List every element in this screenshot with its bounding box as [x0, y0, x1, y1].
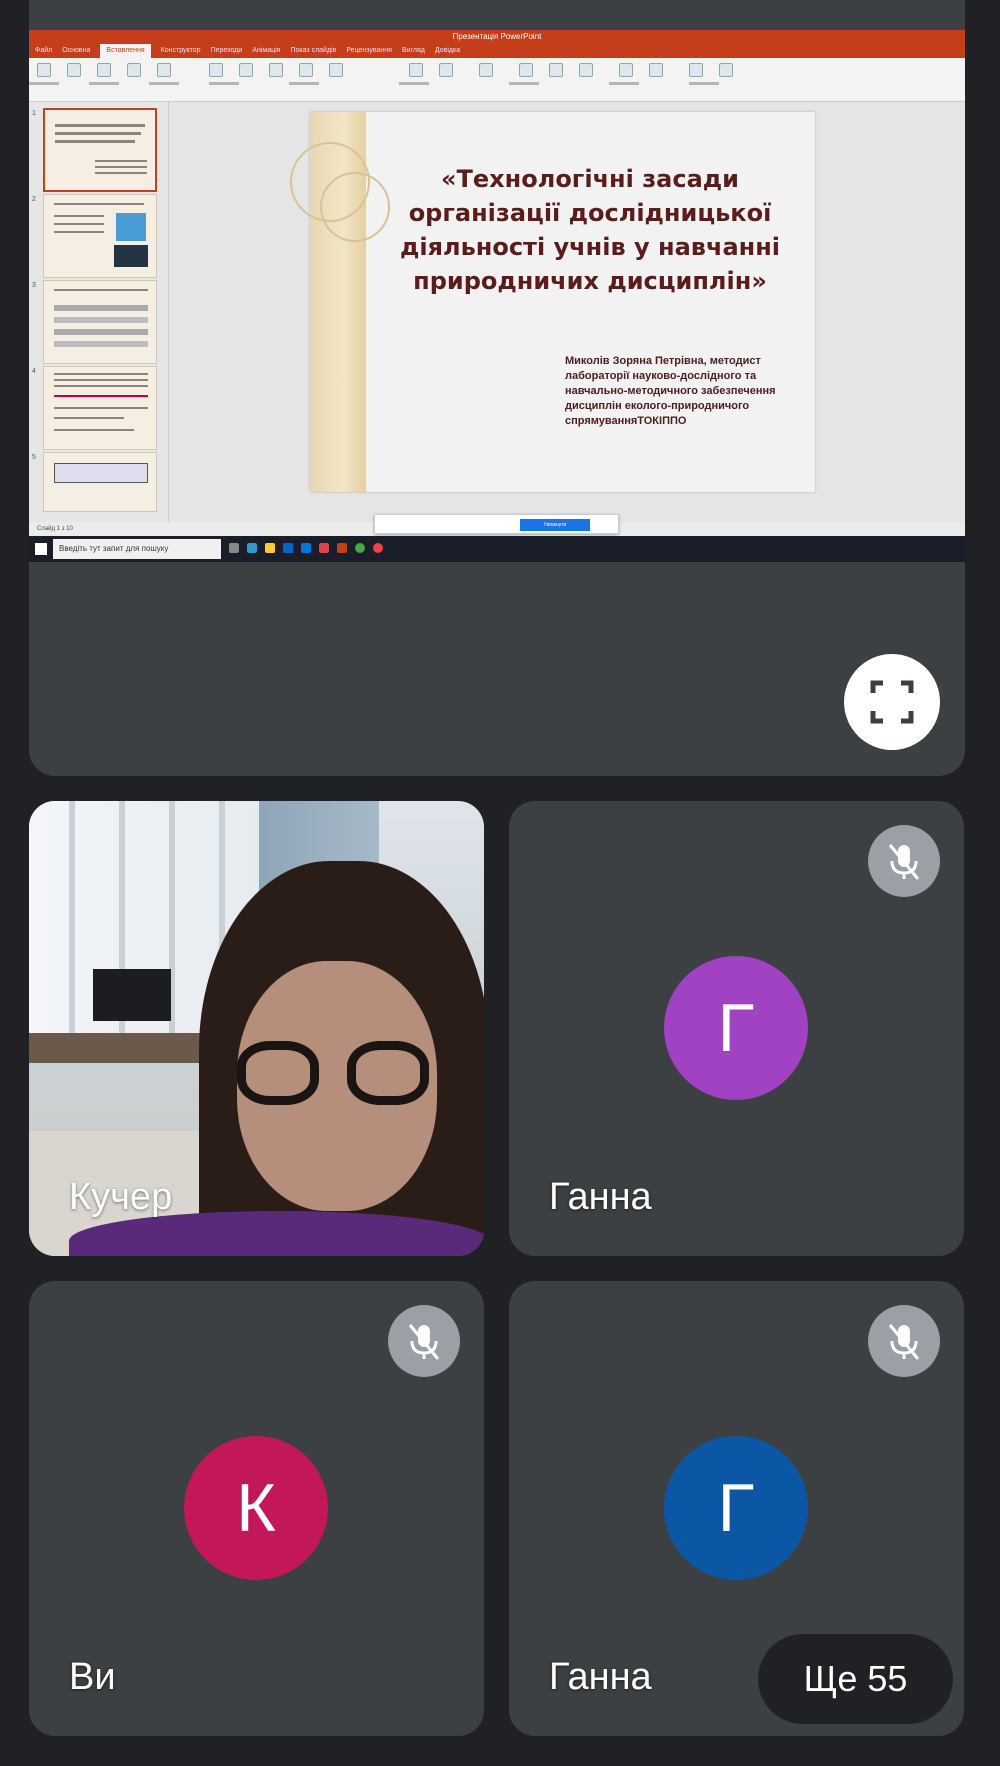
- notification-button[interactable]: Увімкнути: [520, 519, 590, 531]
- fullscreen-button[interactable]: [844, 654, 940, 750]
- action-icon[interactable]: [439, 63, 453, 77]
- audio-icon[interactable]: [719, 63, 733, 77]
- participant-name: Кучер: [69, 1176, 173, 1218]
- screen-share-tile: Презентація PowerPoint Файл Основна Вста…: [29, 0, 965, 776]
- task-view-icon[interactable]: [229, 543, 239, 553]
- new-slide-icon[interactable]: [37, 63, 51, 77]
- slide-thumbnail[interactable]: [43, 280, 157, 364]
- more-participants-button[interactable]: Ще 55: [758, 1634, 953, 1724]
- tab-review[interactable]: Рецензування: [346, 44, 392, 58]
- shared-screen: Презентація PowerPoint Файл Основна Вста…: [29, 30, 965, 562]
- screenshot-icon[interactable]: [127, 63, 141, 77]
- avatar: Г: [664, 1436, 808, 1580]
- table-icon[interactable]: [67, 63, 81, 77]
- header-icon[interactable]: [549, 63, 563, 77]
- avatar: Г: [664, 956, 808, 1100]
- link-icon[interactable]: [409, 63, 423, 77]
- picture-icon[interactable]: [97, 63, 111, 77]
- folder-icon[interactable]: [265, 543, 275, 553]
- tab-home[interactable]: Основна: [62, 44, 90, 58]
- powerpoint-icon[interactable]: [337, 543, 347, 553]
- tab-slideshow[interactable]: Показ слайдів: [290, 44, 336, 58]
- video-icon[interactable]: [689, 63, 703, 77]
- edge-icon[interactable]: [247, 543, 257, 553]
- textbox-icon[interactable]: [519, 63, 533, 77]
- participant-tile-video[interactable]: Кучер: [29, 801, 484, 1256]
- mic-off-icon: [868, 825, 940, 897]
- slide-thumbnail[interactable]: [43, 452, 157, 512]
- ribbon-tabs: Файл Основна Вставлення Конструктор Пере…: [29, 44, 965, 58]
- windows-start-icon[interactable]: [35, 543, 47, 555]
- mic-off-icon: [388, 1305, 460, 1377]
- slide-thumbnails: 1 2 3 4 5: [29, 102, 169, 522]
- shapes-icon[interactable]: [209, 63, 223, 77]
- windows-taskbar: Введіть тут запит для пошуку: [29, 536, 965, 562]
- tab-help[interactable]: Довідка: [435, 44, 460, 58]
- mic-off-icon: [868, 1305, 940, 1377]
- comment-icon[interactable]: [479, 63, 493, 77]
- mail-icon[interactable]: [301, 543, 311, 553]
- slide-title: «Технологічні засади організації дослідн…: [399, 165, 781, 295]
- slide-thumbnail[interactable]: [43, 366, 157, 450]
- office-icon[interactable]: [319, 543, 329, 553]
- participant-name: Ганна: [549, 1656, 652, 1698]
- tab-insert[interactable]: Вставлення: [100, 44, 151, 58]
- wordart-icon[interactable]: [579, 63, 593, 77]
- slide-canvas: «Технологічні засади організації дослідн…: [170, 102, 965, 522]
- current-slide[interactable]: «Технологічні засади організації дослідн…: [290, 112, 815, 492]
- equation-icon[interactable]: [619, 63, 633, 77]
- tab-transitions[interactable]: Переходи: [211, 44, 243, 58]
- slide-author: Миколів Зоряна Петрівна, методист лабора…: [565, 355, 776, 427]
- app-title-bar: Презентація PowerPoint: [29, 30, 965, 44]
- store-icon[interactable]: [283, 543, 293, 553]
- browser-icon[interactable]: [373, 543, 383, 553]
- chrome-icon[interactable]: [355, 543, 365, 553]
- slide-thumbnail[interactable]: [43, 108, 157, 192]
- participant-tile[interactable]: Г Ганна: [509, 801, 964, 1256]
- tab-design[interactable]: Конструктор: [161, 44, 201, 58]
- participant-name: Ви: [69, 1656, 116, 1698]
- slide-thumbnail[interactable]: [43, 194, 157, 278]
- album-icon[interactable]: [157, 63, 171, 77]
- symbol-icon[interactable]: [649, 63, 663, 77]
- ribbon: [29, 58, 965, 102]
- tab-animations[interactable]: Анімація: [252, 44, 280, 58]
- slide-decoration: [290, 112, 390, 492]
- chart-icon[interactable]: [329, 63, 343, 77]
- icons-icon[interactable]: [239, 63, 253, 77]
- notification-banner: Увімкнути: [374, 514, 619, 534]
- participant-tile-self[interactable]: К Ви: [29, 1281, 484, 1736]
- 3d-icon[interactable]: [269, 63, 283, 77]
- taskbar-search[interactable]: Введіть тут запит для пошуку: [53, 539, 221, 559]
- tab-file[interactable]: Файл: [35, 44, 52, 58]
- avatar: К: [184, 1436, 328, 1580]
- fullscreen-icon: [870, 680, 914, 724]
- tab-view[interactable]: Вигляд: [402, 44, 425, 58]
- smartart-icon[interactable]: [299, 63, 313, 77]
- participant-name: Ганна: [549, 1176, 652, 1218]
- system-tray: [775, 544, 955, 554]
